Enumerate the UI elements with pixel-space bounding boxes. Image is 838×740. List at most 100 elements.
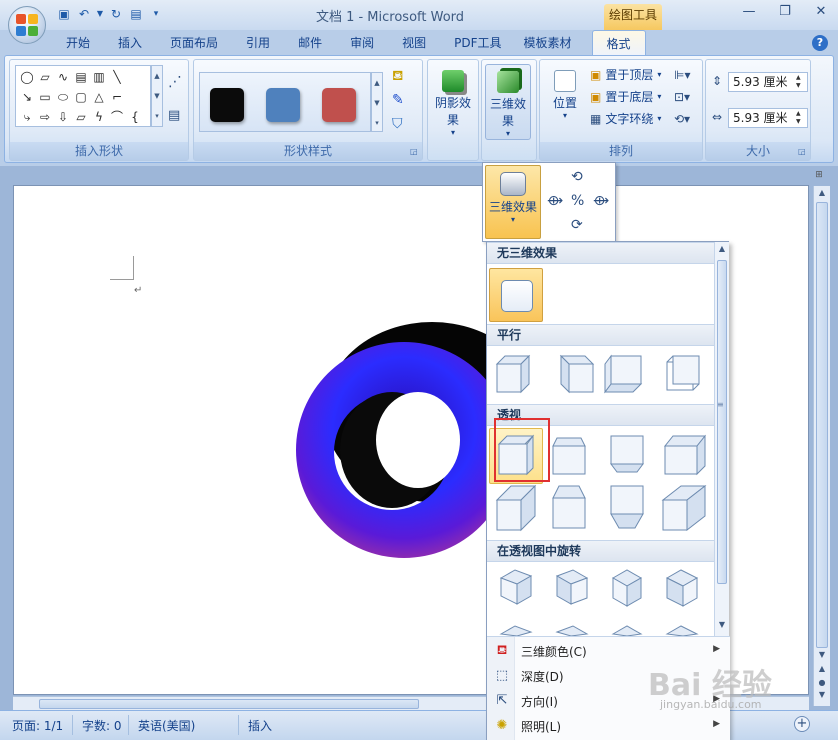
tab-review[interactable]: 审阅: [336, 30, 388, 56]
style-swatch-red[interactable]: [322, 88, 356, 122]
rectangle-shape-icon[interactable]: ▭: [36, 87, 54, 107]
perspective-option-6[interactable]: [552, 485, 586, 529]
style-swatch-black[interactable]: [210, 88, 244, 122]
perspective-option-8[interactable]: [661, 484, 707, 532]
oval-shape-icon[interactable]: ⬭: [54, 87, 72, 107]
textbox-shape-icon[interactable]: ▤: [72, 67, 90, 87]
circle-shape-icon[interactable]: ◯: [18, 67, 36, 87]
rotate-option-1[interactable]: [499, 569, 533, 605]
style-gallery-scroll[interactable]: ▲ ▼ ▾: [371, 72, 383, 132]
dialog-launcher-icon[interactable]: ◲: [410, 147, 420, 157]
3d-effects-button[interactable]: 三维效果 ▾: [485, 64, 531, 140]
scroll-down-icon[interactable]: ▼: [152, 86, 162, 106]
tab-page-layout[interactable]: 页面布局: [156, 30, 232, 56]
perspective-option-4[interactable]: [663, 434, 707, 476]
parallel-option-2[interactable]: [559, 354, 595, 394]
menu-lighting[interactable]: ✺ 照明(L) ▶: [487, 714, 730, 739]
gallery-scroll-thumb[interactable]: [717, 260, 727, 584]
shape-style-gallery[interactable]: [199, 72, 371, 132]
triangle-shape-icon[interactable]: △: [90, 87, 108, 107]
fill-bucket-icon[interactable]: ⛾: [392, 68, 403, 86]
shapes-gallery[interactable]: ◯ ▱ ∿ ▤ ▥ ╲ ↘ ▭ ⬭ ▢ △ ⌐ ⤷ ⇨ ⇩ ▱ ϟ ⌒ {: [15, 65, 151, 127]
shadow-effects-button[interactable]: 阴影效果 ▾: [430, 64, 476, 140]
page-count[interactable]: 页面: 1/1: [12, 717, 63, 734]
right-arrow-shape-icon[interactable]: ⇨: [36, 107, 54, 127]
width-input[interactable]: 5.93 厘米 ▲ ▼: [728, 108, 808, 128]
rotate-icon[interactable]: ⟲▾: [674, 112, 690, 126]
tab-templates[interactable]: 模板素材: [516, 30, 586, 56]
office-button[interactable]: [8, 6, 46, 44]
parallel-option-3[interactable]: [604, 354, 643, 394]
size-launcher-icon[interactable]: ◲: [798, 147, 808, 157]
flowchart-icon[interactable]: ▱: [72, 107, 90, 127]
text-wrap-button[interactable]: ▦ 文字环绕 ▾: [590, 110, 661, 127]
scroll-up-icon[interactable]: ▲: [715, 244, 729, 253]
browse-object-icon[interactable]: ●: [814, 678, 830, 687]
ruler-toggle-icon[interactable]: ⊞: [810, 170, 828, 186]
tilt-up-icon[interactable]: ⟲: [571, 169, 583, 185]
cube-shape-icon[interactable]: ▱: [36, 67, 54, 87]
scroll-down-icon[interactable]: ▼: [814, 650, 830, 659]
word-count[interactable]: 字数: 0: [82, 717, 122, 734]
language-indicator[interactable]: 英语(美国): [138, 717, 195, 734]
scroll-down-icon[interactable]: ▼: [715, 620, 729, 629]
position-button[interactable]: 位置 ▾: [542, 64, 588, 140]
vertical-scrollbar[interactable]: ▲ ▼ ▲ ● ▼: [813, 186, 830, 706]
scroll-up-icon[interactable]: ▲: [152, 66, 162, 86]
scroll-thumb[interactable]: [816, 202, 828, 648]
line-shape-icon[interactable]: ╲: [108, 67, 126, 87]
more-icon[interactable]: ▾: [372, 113, 382, 133]
more-icon[interactable]: ▾: [152, 106, 162, 126]
down-arrow-shape-icon[interactable]: ⇩: [54, 107, 72, 127]
perspective-option-5[interactable]: [495, 484, 537, 532]
group-objects-icon[interactable]: ⊡▾: [674, 90, 690, 104]
rotate-option-2[interactable]: [555, 569, 589, 605]
send-to-back-button[interactable]: ▣ 置于底层 ▾: [590, 88, 661, 105]
insert-mode[interactable]: 插入: [248, 717, 272, 734]
bracket-shape-icon[interactable]: {: [126, 107, 144, 127]
rotate-option-3[interactable]: [611, 569, 643, 607]
shape-change-icon[interactable]: ⛉: [392, 116, 403, 132]
add-text-icon[interactable]: ▤: [168, 108, 180, 123]
curved-connector-icon[interactable]: ⤷: [18, 107, 36, 127]
close-button[interactable]: ✕: [810, 4, 832, 19]
scroll-up-icon[interactable]: ▲: [372, 73, 382, 93]
donut-shape[interactable]: [292, 322, 512, 567]
help-icon[interactable]: ?: [812, 35, 828, 51]
bring-to-front-button[interactable]: ▣ 置于顶层 ▾: [590, 66, 661, 83]
3d-effects-dropdown-button[interactable]: 三维效果 ▾: [485, 165, 541, 239]
prev-page-icon[interactable]: ▲: [814, 664, 830, 673]
tab-references[interactable]: 引用: [232, 30, 284, 56]
tilt-right-icon[interactable]: ⟴: [593, 193, 609, 209]
scroll-down-icon[interactable]: ▼: [372, 93, 382, 113]
elbow-connector-icon[interactable]: ⌐: [108, 87, 126, 107]
align-icon[interactable]: ⊫▾: [674, 68, 690, 82]
lightning-shape-icon[interactable]: ϟ: [90, 107, 108, 127]
scroll-up-icon[interactable]: ▲: [814, 188, 830, 197]
parallel-option-4[interactable]: [666, 355, 700, 391]
wave-shape-icon[interactable]: ∿: [54, 67, 72, 87]
style-swatch-blue[interactable]: [266, 88, 300, 122]
hscroll-thumb[interactable]: [39, 699, 419, 709]
zoom-in-icon[interactable]: +: [794, 716, 810, 732]
perspective-option-3[interactable]: [610, 435, 644, 473]
gallery-scrollbar[interactable]: ▲ ≡ ▼: [714, 242, 729, 636]
shapes-scroll[interactable]: ▲ ▼ ▾: [151, 65, 163, 127]
tab-insert[interactable]: 插入: [104, 30, 156, 56]
perspective-option-2[interactable]: [552, 437, 586, 475]
rounded-rect-icon[interactable]: ▢: [72, 87, 90, 107]
next-page-icon[interactable]: ▼: [814, 690, 830, 699]
3d-toggle-icon[interactable]: %: [571, 193, 584, 209]
tilt-down-icon[interactable]: ⟳: [571, 217, 583, 233]
tab-format[interactable]: 格式: [591, 30, 646, 56]
pen-color-icon[interactable]: ✎: [392, 92, 404, 108]
tilt-left-icon[interactable]: ⟴: [547, 193, 563, 209]
height-input[interactable]: 5.93 厘米 ▲ ▼: [728, 72, 808, 92]
tab-mailings[interactable]: 邮件: [284, 30, 336, 56]
rotate-option-4[interactable]: [665, 569, 699, 607]
perspective-option-7[interactable]: [610, 485, 644, 529]
tab-view[interactable]: 视图: [388, 30, 440, 56]
tab-home[interactable]: 开始: [52, 30, 104, 56]
maximize-button[interactable]: ❐: [774, 4, 796, 19]
edit-shape-icon[interactable]: ⋰: [168, 74, 182, 90]
